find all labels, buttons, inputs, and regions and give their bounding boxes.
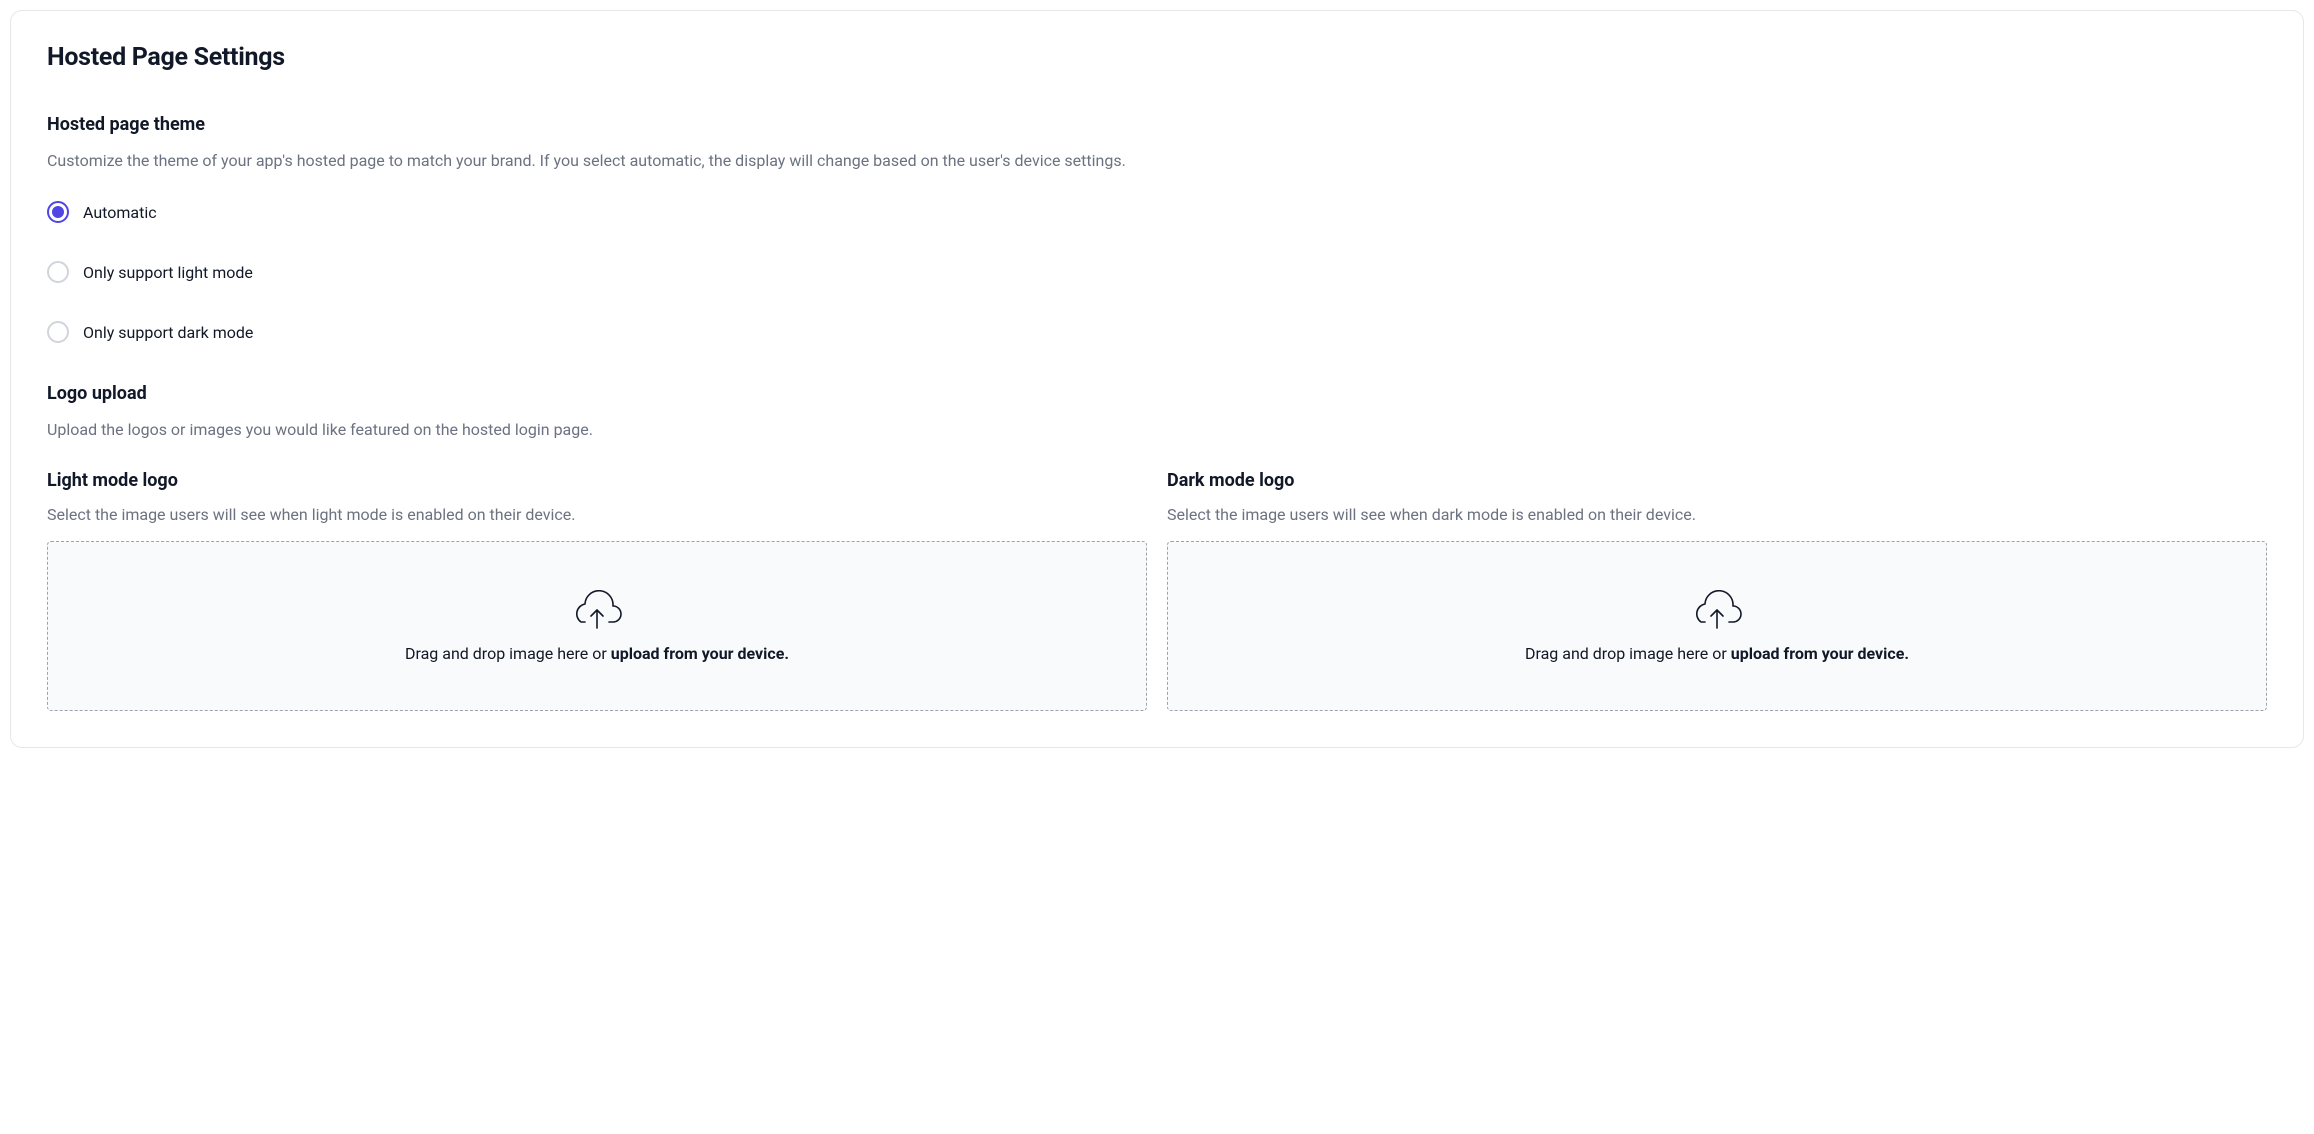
- radio-option-dark-only[interactable]: Only support dark mode: [47, 321, 2267, 343]
- logo-section-title: Logo upload: [47, 383, 2267, 404]
- dark-logo-dropzone[interactable]: Drag and drop image here or upload from …: [1167, 541, 2267, 711]
- theme-radio-group: Automatic Only support light mode Only s…: [47, 201, 2267, 343]
- radio-indicator: [47, 261, 69, 283]
- dark-mode-logo-column: Dark mode logo Select the image users wi…: [1167, 470, 2267, 711]
- radio-option-light-only[interactable]: Only support light mode: [47, 261, 2267, 283]
- light-logo-title: Light mode logo: [47, 470, 1147, 491]
- dropzone-bold: upload from your device.: [1731, 644, 1909, 663]
- dropzone-prefix: Drag and drop image here or: [405, 644, 611, 663]
- dropzone-prefix: Drag and drop image here or: [1525, 644, 1731, 663]
- theme-section-description: Customize the theme of your app's hosted…: [47, 149, 2267, 173]
- radio-indicator: [47, 321, 69, 343]
- radio-dot-icon: [52, 206, 64, 218]
- radio-label: Only support dark mode: [83, 323, 253, 342]
- cloud-upload-icon: [1691, 590, 1743, 630]
- dropzone-text: Drag and drop image here or upload from …: [1525, 644, 1909, 663]
- theme-section-title: Hosted page theme: [47, 114, 2267, 135]
- light-mode-logo-column: Light mode logo Select the image users w…: [47, 470, 1147, 711]
- radio-label: Automatic: [83, 203, 157, 222]
- settings-card: Hosted Page Settings Hosted page theme C…: [10, 10, 2304, 748]
- cloud-upload-icon: [571, 590, 623, 630]
- upload-row: Light mode logo Select the image users w…: [47, 470, 2267, 711]
- dropzone-text: Drag and drop image here or upload from …: [405, 644, 789, 663]
- page-title: Hosted Page Settings: [47, 43, 2267, 72]
- radio-label: Only support light mode: [83, 263, 253, 282]
- logo-section-description: Upload the logos or images you would lik…: [47, 418, 2267, 442]
- light-logo-dropzone[interactable]: Drag and drop image here or upload from …: [47, 541, 1147, 711]
- radio-option-automatic[interactable]: Automatic: [47, 201, 2267, 223]
- dropzone-bold: upload from your device.: [611, 644, 789, 663]
- dark-logo-description: Select the image users will see when dar…: [1167, 503, 2267, 527]
- light-logo-description: Select the image users will see when lig…: [47, 503, 1147, 527]
- dark-logo-title: Dark mode logo: [1167, 470, 2267, 491]
- radio-indicator: [47, 201, 69, 223]
